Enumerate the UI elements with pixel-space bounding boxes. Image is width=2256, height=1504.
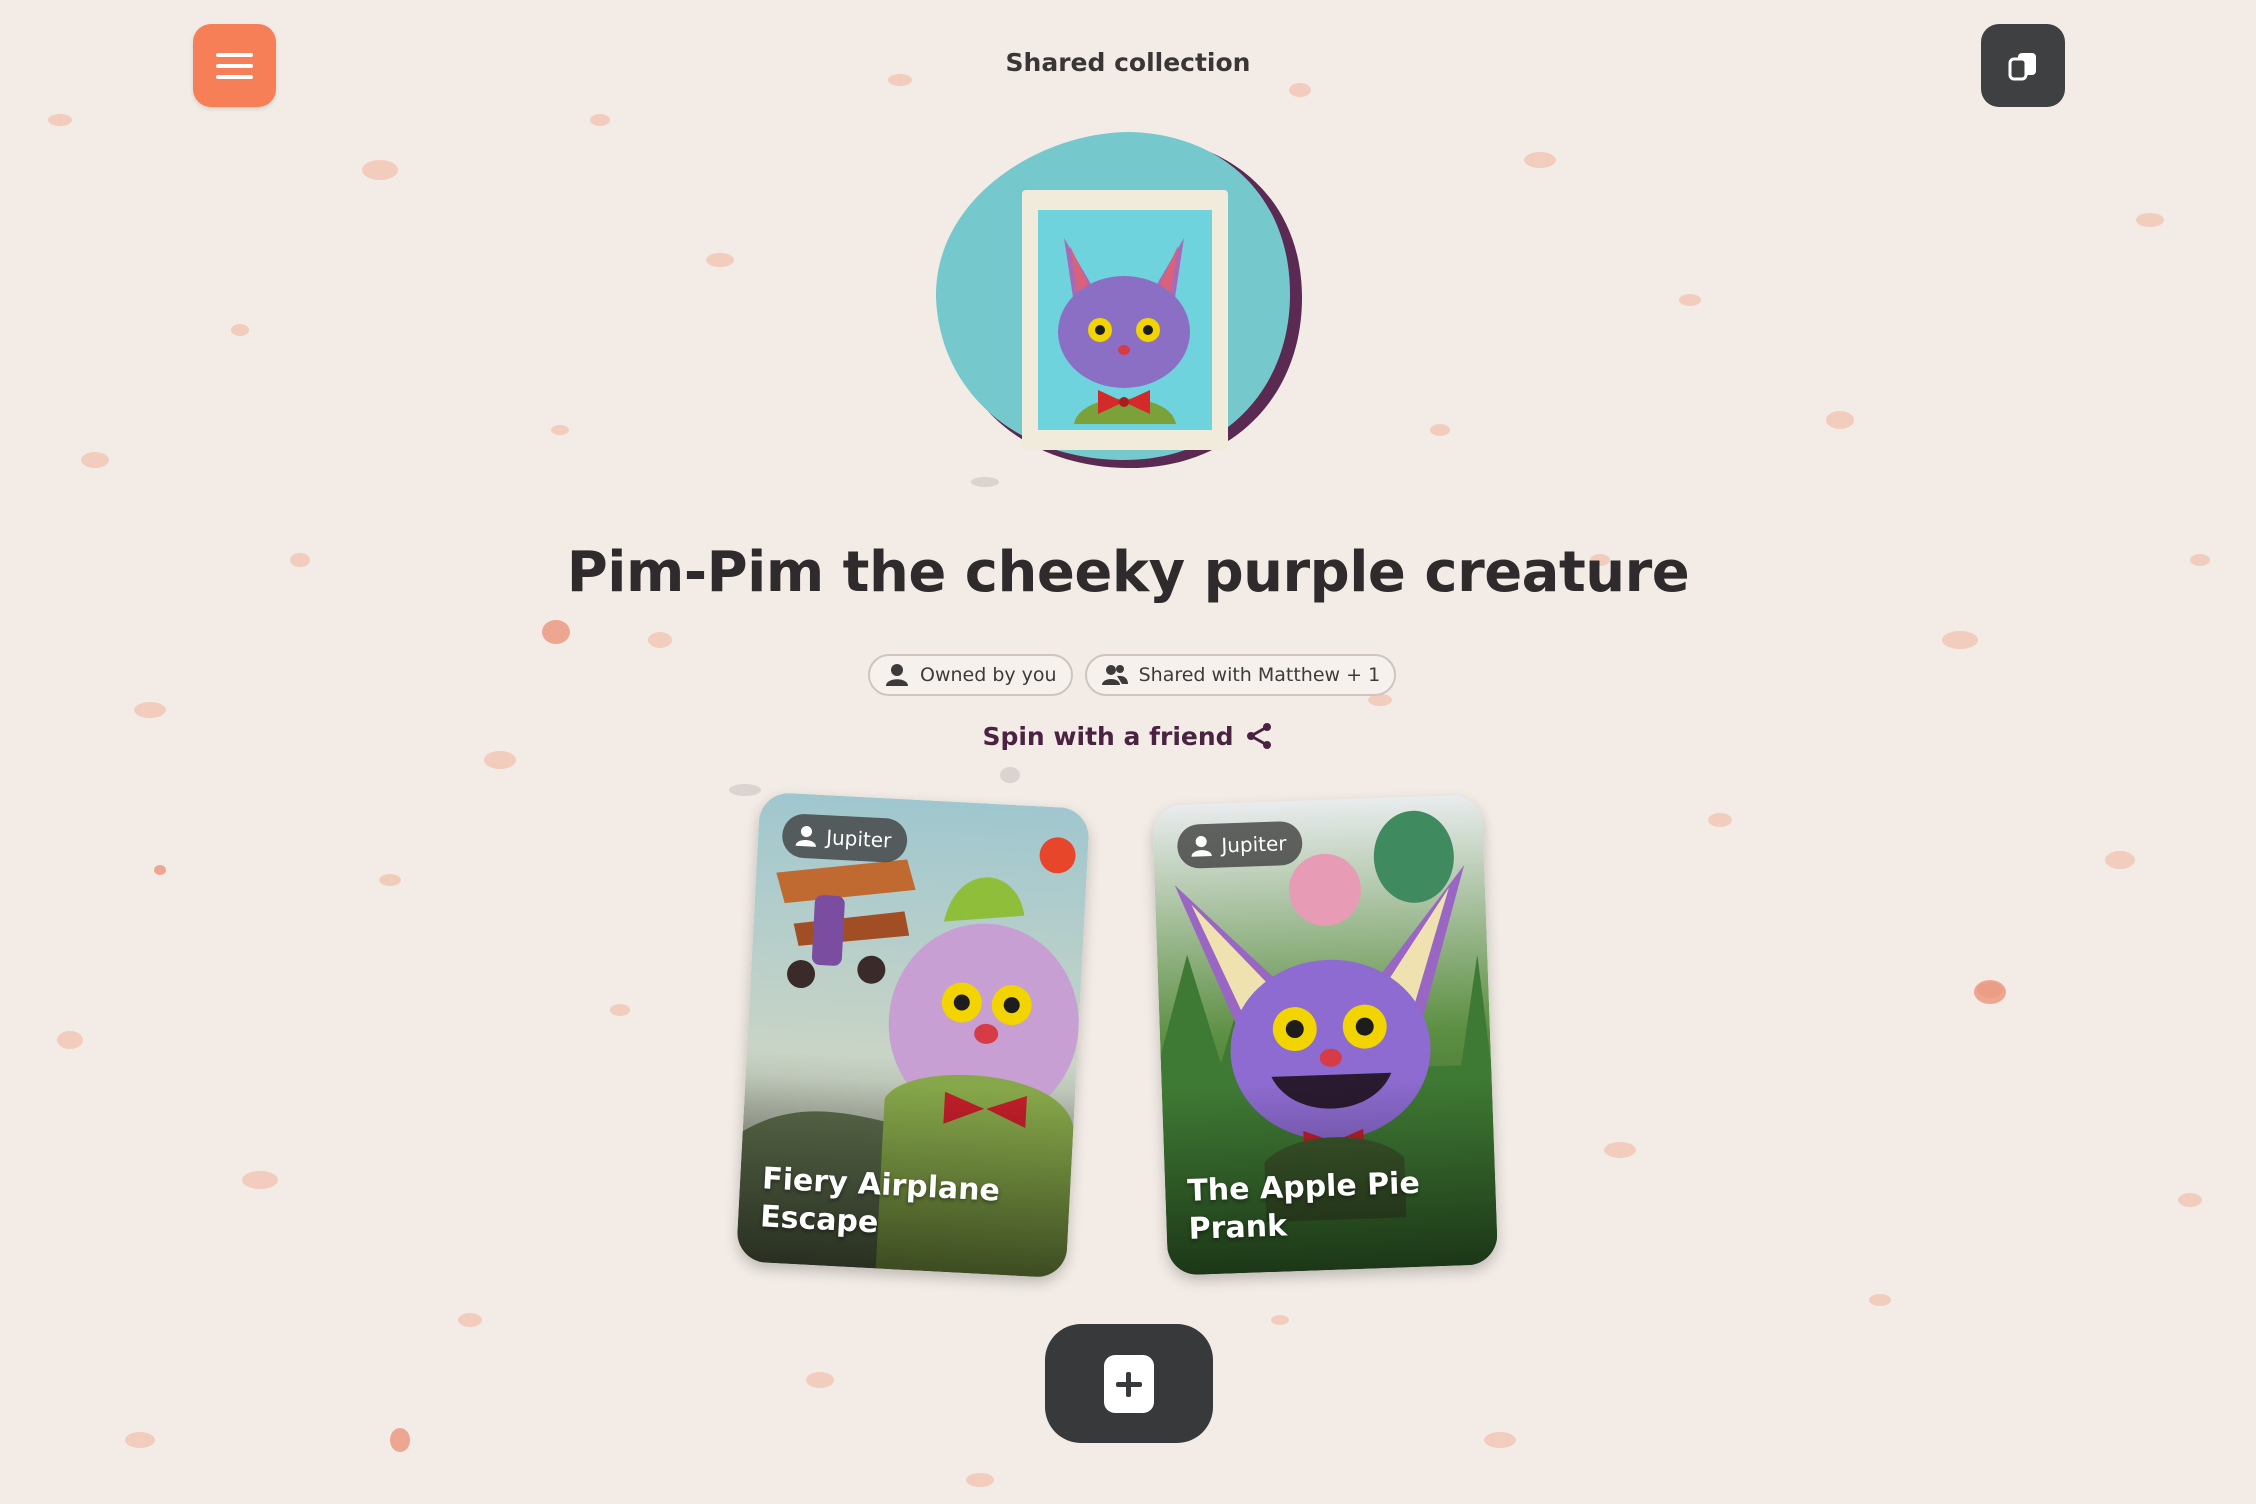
owned-by-label: Owned by you [920, 664, 1057, 686]
page-title: Shared collection [1005, 48, 1251, 77]
people-icon [1101, 665, 1128, 685]
add-story-button[interactable] [1045, 1324, 1213, 1443]
person-icon [1191, 836, 1212, 857]
plus-icon [1104, 1354, 1154, 1413]
author-name: Jupiter [825, 825, 892, 853]
story-card[interactable]: Jupiter The Apple Pie Prank [1151, 794, 1499, 1276]
author-chip: Jupiter [1176, 820, 1304, 870]
author-name: Jupiter [1220, 831, 1287, 858]
cards-stack-icon [2008, 52, 2036, 80]
person-icon [795, 825, 816, 847]
author-chip: Jupiter [781, 812, 909, 864]
story-title: The Apple Pie Prank [1186, 1165, 1421, 1247]
collection-avatar [930, 128, 1310, 478]
collection-meta: Owned by you Shared with Matthew + 1 [868, 654, 1397, 696]
spin-label: Spin with a friend [982, 721, 1234, 751]
owned-by-badge: Owned by you [868, 654, 1073, 696]
story-card[interactable]: Jupiter Fiery Airplane Escape [735, 791, 1091, 1279]
creature-portrait [935, 132, 1302, 469]
cards-button[interactable] [1981, 24, 2065, 107]
person-icon [886, 664, 908, 686]
share-icon [1246, 723, 1271, 749]
collection-title: Pim-Pim the cheeky purple creature [566, 540, 1690, 605]
spin-with-friend-button[interactable]: Spin with a friend [0, 721, 2256, 751]
story-title: Fiery Airplane Escape [759, 1161, 1001, 1241]
shared-with-badge[interactable]: Shared with Matthew + 1 [1084, 654, 1397, 696]
shared-with-label: Shared with Matthew + 1 [1138, 664, 1381, 686]
